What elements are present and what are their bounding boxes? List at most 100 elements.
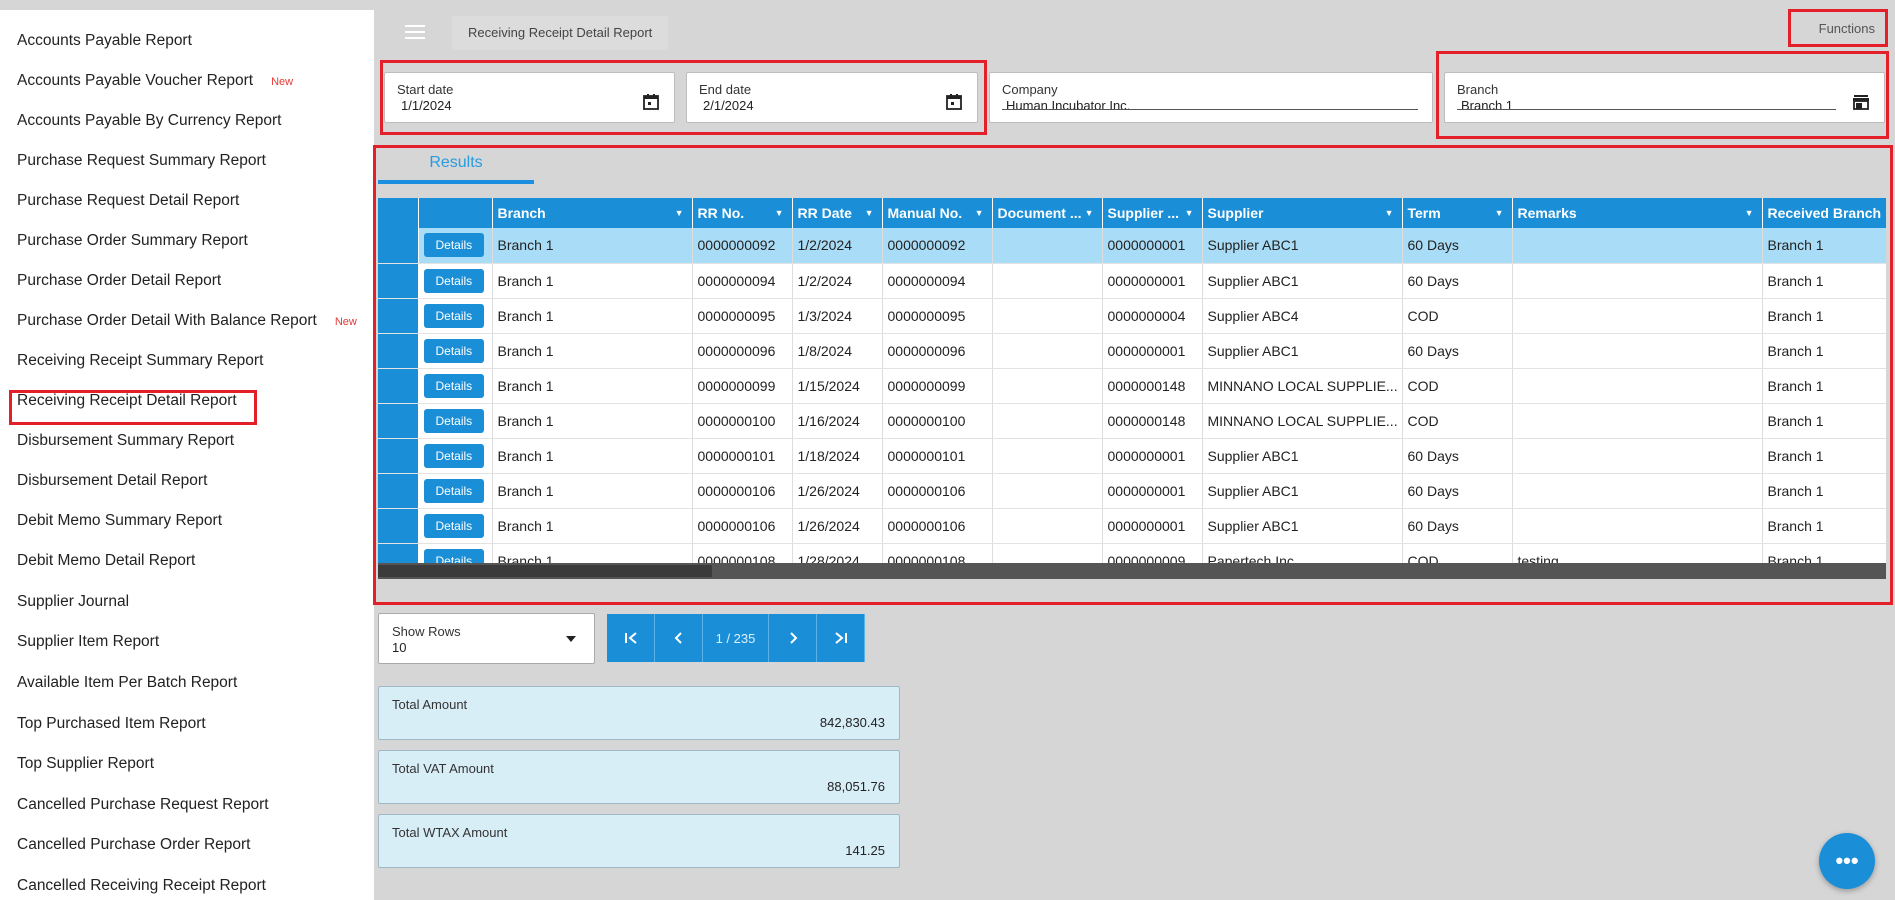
sidebar-item-top-supplier-report[interactable]: Top Supplier Report [17,755,154,773]
sidebar-item-debit-memo-detail-report[interactable]: Debit Memo Detail Report [17,552,195,570]
filter-icon[interactable]: ▼ [1745,208,1754,218]
sidebar-item-cancelled-receiving-receipt-report[interactable]: Cancelled Receiving Receipt Report [17,877,266,895]
details-button[interactable]: Details [423,268,485,293]
column-header-remarks[interactable]: Remarks ▼ [1512,198,1763,228]
table-row[interactable]: Details Branch 1 0000000106 1/26/2024 000000… [378,508,1886,544]
details-button[interactable]: Details [423,338,485,363]
filter-icon[interactable]: ▼ [975,208,984,218]
sidebar-item-receiving-receipt-summary-report[interactable]: Receiving Receipt Summary Report [17,352,263,370]
start-date-field[interactable]: Start date 1/1/2024 [384,72,675,123]
table-cell: Branch 1 [492,508,693,544]
column-header-received-branch[interactable]: Received Branch [1762,198,1886,228]
sidebar-item-disbursement-detail-report[interactable]: Disbursement Detail Report [17,472,207,490]
column-header-rr-no[interactable]: RR No. ▼ [692,198,793,228]
details-button[interactable]: Details [423,373,485,398]
filter-icon[interactable]: ▼ [865,208,874,218]
table-cell: 0000000100 [882,403,993,439]
row-select-cell[interactable] [378,333,419,369]
sidebar-item-purchase-request-summary-report[interactable]: Purchase Request Summary Report [17,152,266,170]
column-header-document[interactable]: Document ... ▼ [992,198,1103,228]
calendar-icon[interactable] [945,93,963,111]
sidebar-item-cancelled-purchase-request-report[interactable]: Cancelled Purchase Request Report [17,796,269,814]
total-vat-amount-label: Total VAT Amount [392,761,494,776]
row-select-cell[interactable] [378,228,419,264]
filter-icon[interactable]: ▼ [1085,208,1094,218]
sidebar-item-cancelled-purchase-order-report[interactable]: Cancelled Purchase Order Report [17,836,250,854]
table-cell: Branch 1 [1762,333,1886,369]
end-date-field[interactable]: End date 2/1/2024 [686,72,978,123]
column-title: RR No. [697,205,745,221]
filter-icon[interactable]: ▼ [1385,208,1394,218]
more-actions-button[interactable]: ••• [1819,833,1875,889]
chevron-left-icon [674,632,682,644]
sidebar-item-purchase-order-detail-with-balance-report[interactable]: Purchase Order Detail With Balance Repor… [17,312,357,330]
filter-icon[interactable]: ▼ [675,208,684,218]
details-button[interactable]: Details [423,478,485,503]
sidebar-item-top-purchased-item-report[interactable]: Top Purchased Item Report [17,715,206,733]
table-cell: Branch 1 [1762,403,1886,439]
column-header-supplier[interactable]: Supplier ▼ [1202,198,1403,228]
sidebar-item-disbursement-summary-report[interactable]: Disbursement Summary Report [17,432,234,450]
sidebar-item-supplier-item-report[interactable]: Supplier Item Report [17,633,159,651]
sidebar-item-label: Available Item Per Batch Report [17,674,238,691]
total-amount-label: Total Amount [392,697,468,712]
store-icon[interactable] [1852,93,1870,111]
sidebar-item-accounts-payable-voucher-report[interactable]: Accounts Payable Voucher Report New [17,72,293,90]
scrollbar-thumb[interactable] [378,565,712,577]
sidebar-item-supplier-journal[interactable]: Supplier Journal [17,593,129,611]
sidebar-item-purchase-order-summary-report[interactable]: Purchase Order Summary Report [17,232,248,250]
total-wtax-amount-box: Total WTAX Amount 141.25 [378,814,900,868]
table-row[interactable]: Details Branch 1 0000000106 1/26/2024 000000… [378,473,1886,509]
sidebar-item-debit-memo-summary-report[interactable]: Debit Memo Summary Report [17,512,222,530]
select-column-header[interactable] [378,198,419,228]
previous-page-button[interactable] [655,614,703,662]
column-header-supplier-code[interactable]: Supplier ... ▼ [1102,198,1203,228]
branch-field[interactable]: Branch Branch 1 [1444,72,1885,123]
row-select-cell[interactable] [378,508,419,544]
table-row[interactable]: Details Branch 1 0000000096 1/8/2024 0000000… [378,333,1886,369]
hamburger-menu-icon[interactable] [403,21,427,45]
row-select-cell[interactable] [378,298,419,334]
row-select-cell[interactable] [378,263,419,299]
row-select-cell[interactable] [378,368,419,404]
sidebar-item-accounts-payable-by-currency-report[interactable]: Accounts Payable By Currency Report [17,112,281,130]
sidebar-item-available-item-per-batch-report[interactable]: Available Item Per Batch Report [17,674,237,692]
sidebar-item-purchase-request-detail-report[interactable]: Purchase Request Detail Report [17,192,239,210]
next-page-button[interactable] [769,614,817,662]
show-rows-value: 10 [392,640,407,655]
details-button[interactable]: Details [423,443,485,468]
first-page-button[interactable] [607,614,655,662]
horizontal-scrollbar[interactable] [378,563,1886,579]
functions-button[interactable]: Functions [1788,9,1888,47]
last-page-button[interactable] [817,614,865,662]
column-header-manual-no[interactable]: Manual No. ▼ [882,198,993,228]
column-header-rr-date[interactable]: RR Date ▼ [792,198,883,228]
table-cell: Branch 1 [1762,298,1886,334]
tab-results[interactable]: Results [378,150,534,184]
table-row[interactable]: Details Branch 1 0000000092 1/2/2024 0000000… [378,228,1886,264]
filter-icon[interactable]: ▼ [1185,208,1194,218]
last-page-icon [834,632,847,644]
row-select-cell[interactable] [378,473,419,509]
table-row[interactable]: Details Branch 1 0000000095 1/3/2024 0000000… [378,298,1886,334]
table-row[interactable]: Details Branch 1 0000000099 1/15/2024 000000… [378,368,1886,404]
details-button[interactable]: Details [423,303,485,328]
table-row[interactable]: Details Branch 1 0000000094 1/2/2024 0000000… [378,263,1886,299]
company-field[interactable]: Company Human Incubator Inc. [989,72,1433,123]
table-row[interactable]: Details Branch 1 0000000100 1/16/2024 000000… [378,403,1886,439]
row-select-cell[interactable] [378,403,419,439]
filter-icon[interactable]: ▼ [775,208,784,218]
calendar-icon[interactable] [642,93,660,111]
details-cell: Details [418,333,493,369]
details-button[interactable]: Details [423,408,485,433]
sidebar-item-purchase-order-detail-report[interactable]: Purchase Order Detail Report [17,272,221,290]
row-select-cell[interactable] [378,438,419,474]
filter-icon[interactable]: ▼ [1495,208,1504,218]
details-button[interactable]: Details [423,233,485,258]
column-header-term[interactable]: Term ▼ [1402,198,1513,228]
table-row[interactable]: Details Branch 1 0000000101 1/18/2024 000000… [378,438,1886,474]
details-button[interactable]: Details [423,513,485,538]
column-header-branch[interactable]: Branch ▼ [492,198,693,228]
show-rows-select[interactable]: Show Rows 10 [378,613,595,664]
sidebar-item-accounts-payable-report[interactable]: Accounts Payable Report [17,32,192,50]
